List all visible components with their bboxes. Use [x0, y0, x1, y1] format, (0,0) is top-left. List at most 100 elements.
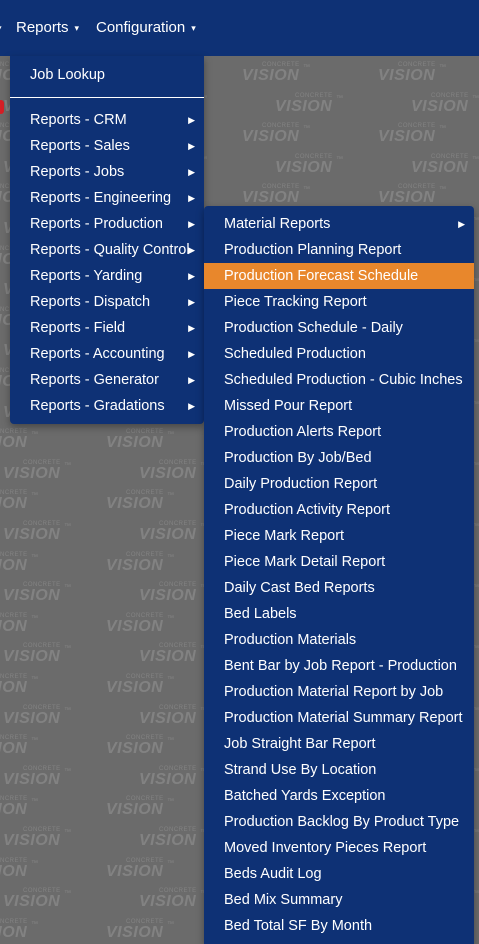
- menu-item-daily-production-report[interactable]: Daily Production Report: [204, 471, 474, 497]
- watermark-logo: CONCRETEVISION™: [3, 521, 73, 545]
- chevron-right-icon: ▶: [188, 141, 195, 151]
- chevron-right-icon: ▶: [188, 401, 195, 411]
- menu-item-label: Reports - Sales: [30, 138, 130, 154]
- menu-item-production-alerts-report[interactable]: Production Alerts Report: [204, 419, 474, 445]
- menu-item-material-reports[interactable]: Material Reports ▶: [204, 211, 474, 237]
- watermark-tm: ™: [439, 186, 446, 194]
- watermark-big: VISION: [242, 128, 300, 146]
- watermark-big: VISION: [0, 862, 28, 880]
- menu-item-production-materials[interactable]: Production Materials: [204, 627, 474, 653]
- menu-item-production-activity-report[interactable]: Production Activity Report: [204, 497, 474, 523]
- menu-item-production-schedule-daily[interactable]: Production Schedule - Daily: [204, 315, 474, 341]
- watermark-logo: CONCRETEVISION™: [242, 123, 312, 147]
- menu-item-reports-crm[interactable]: Reports - CRM ▶: [10, 107, 204, 133]
- menu-item-label: Production Schedule - Daily: [224, 320, 403, 336]
- menu-item-daily-cast-bed-reports[interactable]: Daily Cast Bed Reports: [204, 575, 474, 601]
- watermark-tm: ™: [303, 125, 310, 133]
- watermark-tm: ™: [167, 614, 174, 622]
- watermark-logo: CONCRETEVISION™: [139, 827, 209, 851]
- menu-item-reports-jobs[interactable]: Reports - Jobs ▶: [10, 159, 204, 185]
- menu-item-reports-yarding[interactable]: Reports - Yarding ▶: [10, 263, 204, 289]
- watermark-tm: ™: [64, 890, 71, 898]
- menu-item-missed-pour-report[interactable]: Missed Pour Report: [204, 393, 474, 419]
- menu-item-label: Reports - Yarding: [30, 268, 143, 284]
- nav-configuration[interactable]: Configuration ▾: [96, 0, 196, 56]
- menu-item-reports-gradations[interactable]: Reports - Gradations ▶: [10, 393, 204, 419]
- menu-item-reports-dispatch[interactable]: Reports - Dispatch ▶: [10, 289, 204, 315]
- menu-item-label: Reports - CRM: [30, 112, 127, 128]
- watermark-logo: CONCRETEVISION™: [106, 796, 176, 820]
- watermark-logo: CONCRETEVISION™: [0, 490, 40, 514]
- watermark-big: VISION: [139, 893, 197, 911]
- watermark-big: VISION: [378, 67, 436, 84]
- menu-item-piece-tracking-report[interactable]: Piece Tracking Report: [204, 289, 474, 315]
- watermark-big: VISION: [242, 67, 300, 84]
- menu-item-production-backlog-by-product-type[interactable]: Production Backlog By Product Type: [204, 809, 474, 835]
- menu-item-bed-mix-summary[interactable]: Bed Mix Summary: [204, 887, 474, 913]
- menu-item-production-planning-report[interactable]: Production Planning Report: [204, 237, 474, 263]
- watermark-tm: ™: [64, 461, 71, 469]
- menu-item-piece-mark-detail-report[interactable]: Piece Mark Detail Report: [204, 549, 474, 575]
- watermark-big: VISION: [0, 801, 28, 819]
- menu-item-reports-generator[interactable]: Reports - Generator ▶: [10, 367, 204, 393]
- menu-item-reports-engineering[interactable]: Reports - Engineering ▶: [10, 185, 204, 211]
- menu-item-production-by-job-bed[interactable]: Production By Job/Bed: [204, 445, 474, 471]
- menu-item-scheduled-production[interactable]: Scheduled Production: [204, 341, 474, 367]
- menu-item-label: Reports - Dispatch: [30, 294, 151, 310]
- chevron-right-icon: ▶: [188, 115, 195, 125]
- menu-item-scheduled-production-cubic-inches[interactable]: Scheduled Production - Cubic Inches: [204, 367, 474, 393]
- watermark-big: VISION: [3, 832, 61, 849]
- menu-item-production-forecast-schedule[interactable]: Production Forecast Schedule: [204, 263, 474, 289]
- menu-item-reports-field[interactable]: Reports - Field ▶: [10, 315, 204, 341]
- menu-item-strand-use-by-location[interactable]: Strand Use By Location: [204, 757, 474, 783]
- menu-item-bent-bar-by-job-report-production[interactable]: Bent Bar by Job Report - Production: [204, 653, 474, 679]
- watermark-big: VISION: [106, 434, 164, 452]
- menu-item-reports-quality-control[interactable]: Reports - Quality Control ▶: [10, 237, 204, 263]
- menu-item-bed-labels[interactable]: Bed Labels: [204, 601, 474, 627]
- watermark-logo: CONCRETEVISION™: [106, 552, 176, 576]
- watermark-logo: CONCRETEVISION™: [106, 858, 176, 882]
- menu-item-beds-audit-log[interactable]: Beds Audit Log: [204, 861, 474, 887]
- watermark-tm: ™: [31, 676, 38, 683]
- watermark-tm: ™: [336, 155, 343, 163]
- menu-item-production-material-summary-report[interactable]: Production Material Summary Report: [204, 705, 474, 731]
- watermark-tm: ™: [64, 706, 71, 714]
- watermark-tm: ™: [167, 920, 174, 928]
- menu-item-job-lookup[interactable]: Job Lookup: [10, 62, 204, 88]
- watermark-tm: ™: [31, 798, 38, 806]
- chevron-right-icon: ▶: [188, 323, 195, 333]
- watermark-logo: CONCRETEVISION™: [139, 643, 209, 667]
- watermark-tm: ™: [439, 64, 446, 71]
- watermark-logo: CONCRETEVISION™: [0, 919, 40, 943]
- watermark-big: VISION: [0, 556, 28, 574]
- menu-item-production-material-report-by-job[interactable]: Production Material Report by Job: [204, 679, 474, 705]
- watermark-tm: ™: [303, 186, 310, 194]
- menu-item-batched-yards-exception[interactable]: Batched Yards Exception: [204, 783, 474, 809]
- menu-item-label: Reports - Production: [30, 216, 163, 232]
- chevron-right-icon: ▶: [188, 193, 195, 203]
- menu-item-label: Batched Yards Exception: [224, 788, 386, 804]
- watermark-big: VISION: [0, 923, 28, 941]
- watermark-tm: ™: [31, 553, 38, 561]
- watermark-big: VISION: [411, 158, 469, 176]
- watermark-tm: ™: [167, 431, 174, 439]
- menu-item-label: Production Backlog By Product Type: [224, 814, 460, 830]
- menu-item-reports-sales[interactable]: Reports - Sales ▶: [10, 133, 204, 159]
- watermark-big: VISION: [242, 189, 300, 207]
- menu-item-reports-production[interactable]: Reports - Production ▶: [10, 211, 204, 237]
- menu-item-piece-mark-report[interactable]: Piece Mark Report: [204, 523, 474, 549]
- nav-reports[interactable]: Reports ▾: [16, 0, 79, 56]
- chevron-down-icon: ▾: [74, 23, 80, 34]
- menu-item-label: Moved Inventory Pieces Report: [224, 840, 427, 856]
- menu-item-bed-total-sf-by-month[interactable]: Bed Total SF By Month: [204, 913, 474, 939]
- watermark-logo: CONCRETEVISION™: [106, 613, 176, 637]
- watermark-big: VISION: [3, 770, 61, 788]
- menu-item-reports-accounting[interactable]: Reports - Accounting ▶: [10, 341, 204, 367]
- watermark-big: VISION: [3, 893, 61, 911]
- menu-item-job-straight-bar-report[interactable]: Job Straight Bar Report: [204, 731, 474, 757]
- watermark-tm: ™: [31, 920, 38, 928]
- menu-item-label: Piece Mark Report: [224, 528, 345, 544]
- chevron-down-icon: ▾: [191, 23, 196, 34]
- menu-item-label: Piece Mark Detail Report: [224, 554, 386, 570]
- menu-item-moved-inventory-pieces-report[interactable]: Moved Inventory Pieces Report: [204, 835, 474, 861]
